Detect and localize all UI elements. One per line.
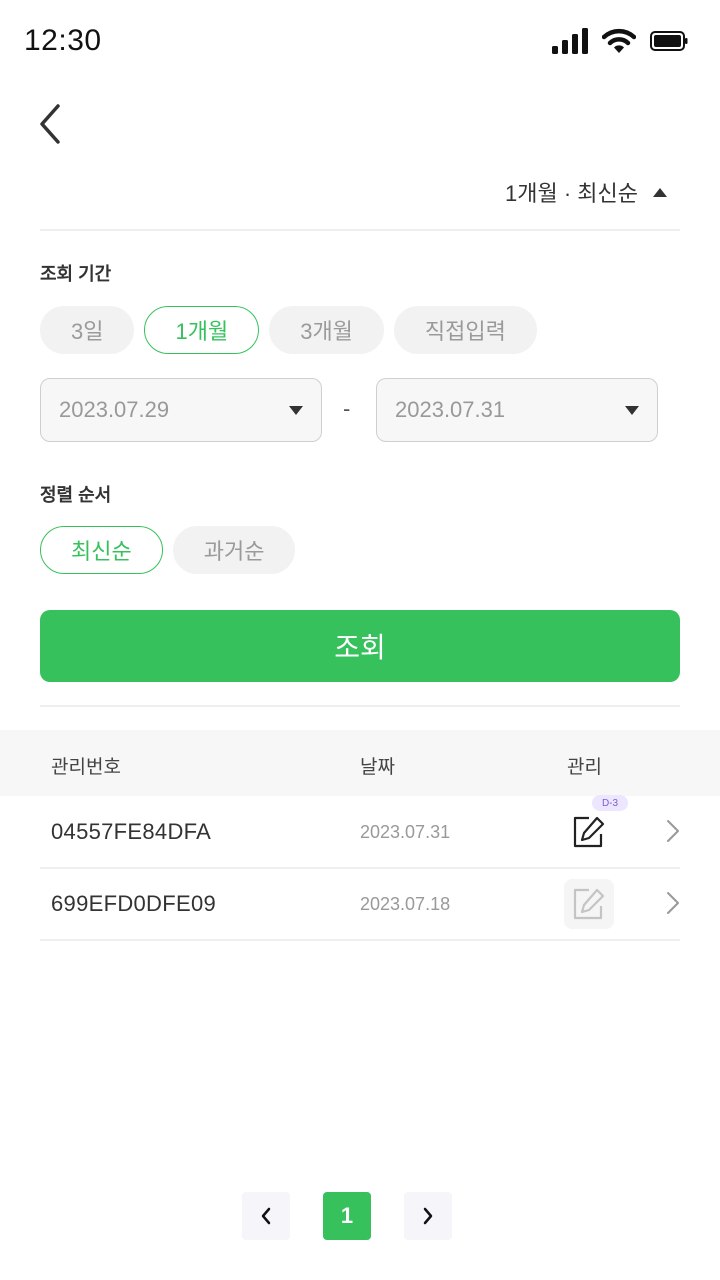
caret-down-icon [625,405,639,415]
date-range-separator: - [343,396,351,421]
edit-button[interactable] [564,807,614,857]
sort-section-label: 정렬 순서 [40,485,112,505]
next-page-button[interactable] [404,1192,452,1240]
start-date-value: 2023.07.29 [59,397,170,422]
chevron-left-icon [40,104,60,144]
due-badge: D-3 [592,795,628,811]
filter-summary-label: 1개월 · 최신순 [505,181,638,206]
edit-icon [573,888,605,920]
status-icons [552,28,688,54]
status-bar: 12:30 [0,0,720,84]
column-header-date: 날짜 [360,757,395,778]
sort-chip-newest[interactable]: 최신순 [40,526,163,574]
period-chip-group: 3일 1개월 3개월 직접입력 [40,306,537,354]
table-header: 관리번호 날짜 관리 [0,730,720,796]
sort-chip-oldest[interactable]: 과거순 [172,526,296,574]
divider [40,705,680,707]
chevron-right-icon [423,1207,433,1225]
period-chip-1month[interactable]: 1개월 [144,306,260,354]
back-button[interactable] [28,100,72,148]
status-time: 12:30 [24,24,102,57]
chevron-right-icon [667,892,679,914]
sort-chip-group: 최신순 과거순 [40,526,296,574]
edit-button-disabled [564,879,614,929]
column-header-id: 관리번호 [51,757,121,778]
caret-up-icon [653,188,667,197]
wifi-icon [602,28,636,53]
period-chip-3days[interactable]: 3일 [40,306,135,354]
period-section-label: 조회 기간 [40,264,112,284]
pagination: 1 [242,1192,452,1240]
table-row[interactable]: 04557FE84DFA 2023.07.31 D-3 [40,795,680,869]
end-date-select[interactable]: 2023.07.31 [376,378,658,442]
start-date-select[interactable]: 2023.07.29 [40,378,322,442]
search-button[interactable]: 조회 [40,610,680,682]
chevron-right-icon [667,820,679,842]
cellular-signal-icon [552,28,588,54]
row-date: 2023.07.31 [360,822,451,842]
filter-summary-toggle[interactable]: 1개월 · 최신순 [505,176,668,208]
prev-page-button[interactable] [242,1192,290,1240]
edit-icon [573,816,605,848]
divider [40,229,680,231]
period-chip-3months[interactable]: 3개월 [269,306,384,354]
end-date-value: 2023.07.31 [395,397,506,422]
chevron-left-icon [261,1207,271,1225]
table-row[interactable]: 699EFD0DFE09 2023.07.18 [40,869,680,941]
page-number-button[interactable]: 1 [323,1192,371,1240]
row-date: 2023.07.18 [360,894,451,914]
caret-down-icon [289,405,303,415]
period-chip-custom[interactable]: 직접입력 [393,306,537,354]
row-management-number: 699EFD0DFE09 [51,891,217,916]
column-header-manage: 관리 [567,757,602,778]
row-management-number: 04557FE84DFA [51,819,212,844]
battery-icon [650,31,688,51]
